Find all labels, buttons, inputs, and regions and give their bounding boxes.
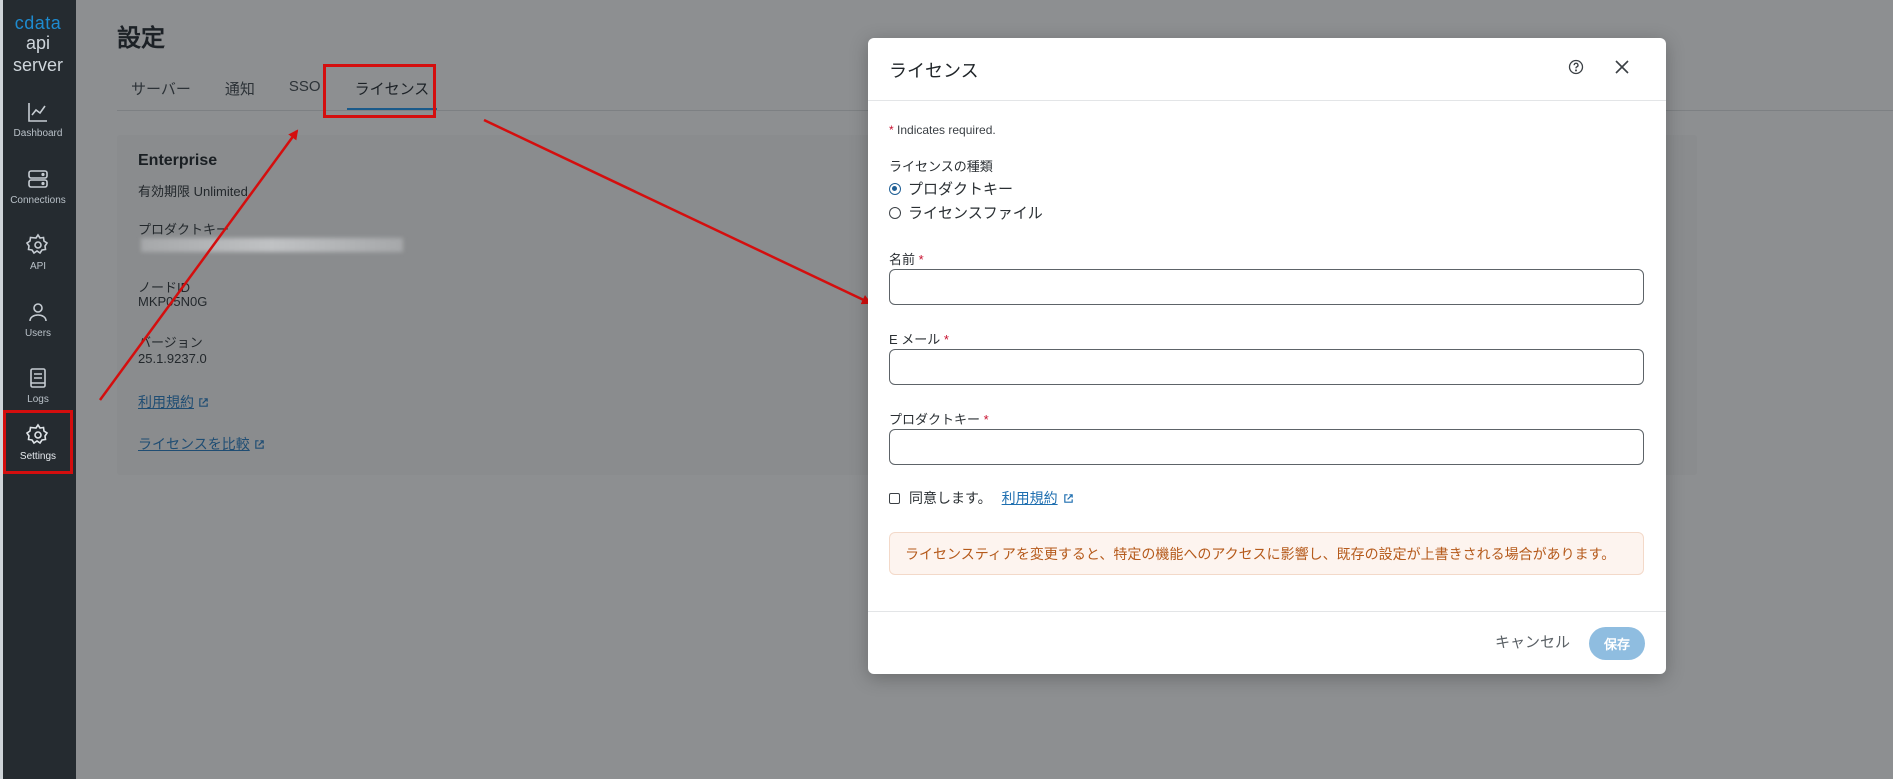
product-key-label-text: プロダクトキー <box>889 412 981 427</box>
sidebar-item-label: Logs <box>27 393 49 405</box>
agree-checkbox[interactable] <box>889 492 900 504</box>
logo-api-server: api server <box>12 33 63 75</box>
external-link-icon <box>199 398 208 407</box>
required-star: * <box>983 412 989 427</box>
required-star: * <box>889 123 894 137</box>
compare-license-link[interactable]: ライセンスを比較 <box>138 434 265 454</box>
email-field-label: E メール * <box>889 329 949 348</box>
page-title: 設定 <box>117 25 165 52</box>
sidebar-item-label: Connections <box>10 194 66 206</box>
agree-text: 同意します。 <box>909 490 992 506</box>
license-dialog: ライセンス * Indicates required. ライセンスの種類 プロダ… <box>868 38 1666 674</box>
product-key-label: プロダクトキー <box>138 222 230 237</box>
warning-text: ライセンスティアを変更すると、特定の機能へのアクセスに影響し、既存の設定が上書き… <box>905 545 1616 562</box>
external-link-icon <box>254 440 264 449</box>
license-expiry: 有効期限 Unlimited <box>138 184 248 199</box>
tab-notifications[interactable]: 通知 <box>217 78 263 110</box>
radio-button[interactable] <box>889 206 901 219</box>
sidebar-item-api[interactable]: API <box>3 221 73 283</box>
product-key-field-label: プロダクトキー * <box>889 409 989 428</box>
server-icon <box>28 169 48 188</box>
license-edition: Enterprise <box>138 152 218 169</box>
help-icon[interactable] <box>1567 58 1585 76</box>
name-label-text: 名前 <box>889 252 916 267</box>
sidebar-item-label: Dashboard <box>13 127 63 139</box>
logo-cdata: cdata <box>14 13 62 33</box>
annotation-box-license-tab <box>323 64 436 118</box>
dialog-title: ライセンス <box>889 61 979 81</box>
tab-sso[interactable]: SSO <box>281 78 329 110</box>
name-field-label: 名前 * <box>889 249 924 268</box>
required-note: * Indicates required. <box>889 123 996 137</box>
version-label: バージョン <box>138 335 203 350</box>
radio-button-selected[interactable] <box>889 182 901 195</box>
save-button[interactable]: 保存 <box>1589 627 1645 660</box>
license-type-label: ライセンスの種類 <box>889 159 993 174</box>
required-note-text: Indicates required. <box>897 123 996 137</box>
tier-change-warning: ライセンスティアを変更すると、特定の機能へのアクセスに影響し、既存の設定が上書き… <box>889 532 1644 575</box>
required-star: * <box>943 332 949 347</box>
compare-license-link-text: ライセンスを比較 <box>138 436 250 452</box>
gear-cog-icon <box>26 233 49 254</box>
node-id-value: MKP05N0G <box>138 294 208 309</box>
sidebar-item-users[interactable]: Users <box>3 288 73 350</box>
app-logo[interactable]: cdata api server <box>0 14 76 76</box>
settings-icon <box>26 423 49 444</box>
external-link-icon <box>1063 493 1073 503</box>
agree-terms-row: 同意します。 利用規約 <box>889 488 1074 508</box>
name-input[interactable] <box>889 269 1644 305</box>
tab-server[interactable]: サーバー <box>123 78 199 110</box>
dialog-footer-divider <box>868 611 1666 612</box>
version-value: 25.1.9237.0 <box>138 351 207 366</box>
cancel-button[interactable]: キャンセル <box>1495 631 1570 652</box>
terms-link-text: 利用規約 <box>138 394 194 410</box>
sidebar-item-label: Users <box>24 327 52 339</box>
radio-license-file-label: ライセンスファイル <box>908 205 1043 222</box>
sidebar-item-connections[interactable]: Connections <box>3 155 73 217</box>
terms-link[interactable]: 利用規約 <box>138 392 209 412</box>
email-label-text: E メール <box>889 332 941 347</box>
radio-product-key[interactable]: プロダクトキー <box>889 178 1013 199</box>
sidebar: cdata api server Dashboard Connections A… <box>0 0 76 779</box>
email-input[interactable] <box>889 349 1644 385</box>
sidebar-item-dashboard[interactable]: Dashboard <box>3 88 73 150</box>
required-star: * <box>918 252 924 267</box>
dialog-header: ライセンス <box>868 38 1666 101</box>
sidebar-item-settings[interactable]: Settings <box>3 410 73 474</box>
agree-terms-link[interactable]: 利用規約 <box>1002 488 1058 508</box>
sidebar-item-logs[interactable]: Logs <box>3 354 73 416</box>
product-key-input[interactable] <box>889 429 1644 465</box>
product-key-masked <box>141 238 403 252</box>
chart-line-icon <box>28 102 47 122</box>
sidebar-item-label: API <box>29 260 47 272</box>
user-icon <box>29 302 47 321</box>
sidebar-item-label: Settings <box>19 450 57 462</box>
radio-license-file[interactable]: ライセンスファイル <box>889 202 1043 223</box>
close-icon[interactable] <box>1613 58 1631 76</box>
book-icon <box>30 367 46 388</box>
radio-product-key-label: プロダクトキー <box>908 181 1014 198</box>
